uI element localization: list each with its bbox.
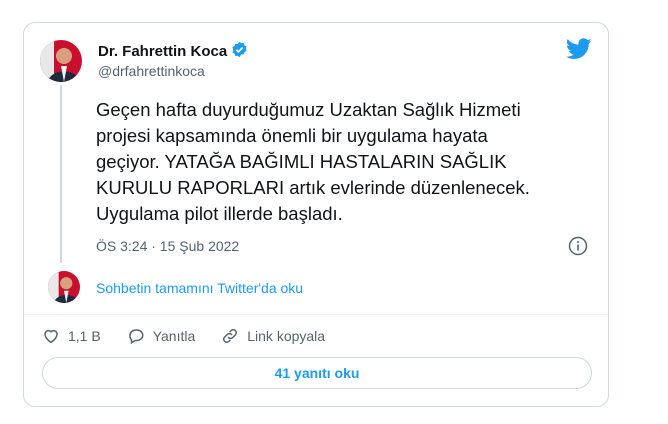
reply-button[interactable]: Yanıtla bbox=[127, 327, 196, 345]
reply-label: Yanıtla bbox=[152, 328, 196, 344]
like-count: 1,1 B bbox=[68, 328, 101, 344]
heart-icon bbox=[42, 327, 60, 345]
link-icon bbox=[221, 327, 239, 345]
read-replies-button[interactable]: 41 yanıtı oku bbox=[42, 357, 592, 389]
copy-link-label: Link kopyala bbox=[247, 328, 326, 344]
author-name-row[interactable]: Dr. Fahrettin Koca bbox=[98, 41, 248, 62]
like-button[interactable]: 1,1 B bbox=[42, 327, 101, 345]
twitter-bird-icon[interactable] bbox=[565, 38, 592, 65]
copy-link-button[interactable]: Link kopyala bbox=[221, 327, 325, 345]
tweet-timestamp[interactable]: ÖS 3:24 · 15 Şub 2022 bbox=[96, 238, 239, 254]
reply-bubble-icon bbox=[127, 327, 145, 345]
thread-line bbox=[60, 85, 62, 263]
read-conversation-link[interactable]: Sohbetin tamamını Twitter'da oku bbox=[96, 280, 303, 296]
verified-badge-icon bbox=[231, 41, 248, 62]
tweet-text: Geçen hafta duyurduğumuz Uzaktan Sağlık … bbox=[96, 99, 530, 224]
author-handle[interactable]: @drfahrettinkoca bbox=[98, 63, 205, 79]
tweet-card: Dr. Fahrettin Koca @drfahrettinkoca Geçe… bbox=[23, 22, 609, 407]
author-name[interactable]: Dr. Fahrettin Koca bbox=[98, 43, 227, 60]
divider bbox=[24, 314, 608, 315]
author-avatar[interactable] bbox=[40, 40, 82, 82]
action-bar: 1,1 B Yanıtla Link kopyala bbox=[42, 327, 351, 345]
author-avatar-small[interactable] bbox=[48, 271, 80, 303]
info-icon[interactable] bbox=[568, 236, 588, 261]
